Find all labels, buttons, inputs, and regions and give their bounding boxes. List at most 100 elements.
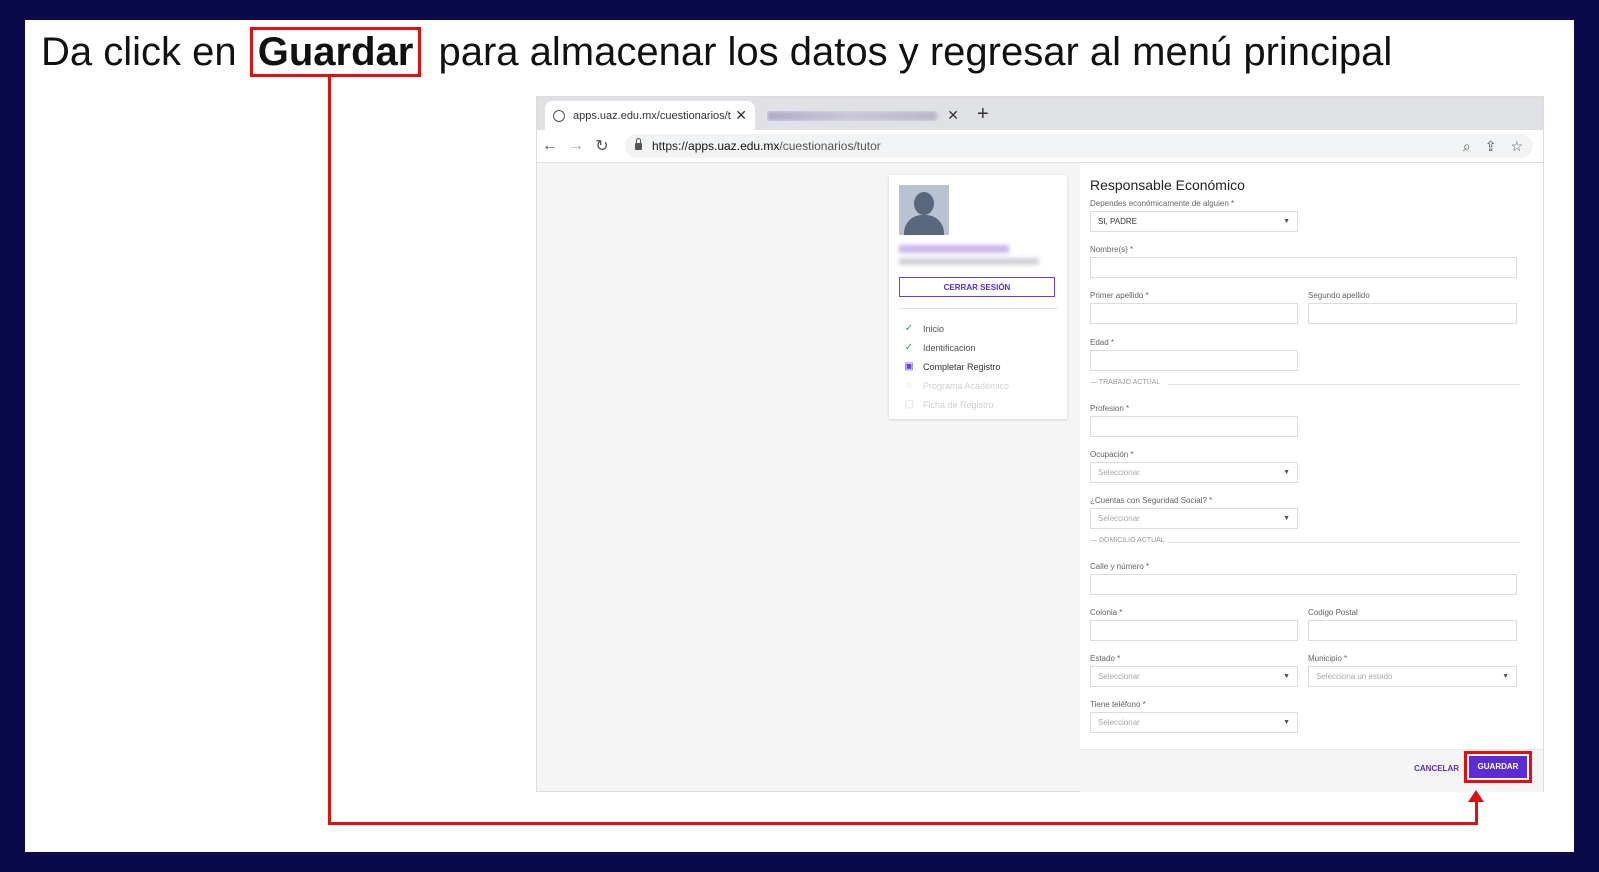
cp-label: Codigo Postal — [1308, 608, 1358, 617]
forward-icon[interactable]: → — [563, 137, 589, 155]
document-icon: ▢ — [904, 399, 914, 410]
address-bar[interactable]: https://apps.uaz.edu.mx/cuestionarios/tu… — [625, 134, 1533, 158]
tab-bar: apps.uaz.edu.mx/cuestionarios/tu ✕ ✕ + — [537, 97, 1543, 130]
new-tab-icon[interactable]: + — [977, 103, 989, 126]
seguridad-select[interactable]: Seleccionar ▼ — [1090, 508, 1298, 529]
check-icon: ✓ — [904, 342, 914, 353]
close-icon[interactable]: ✕ — [947, 107, 959, 124]
steps-list: ✓ Inicio ✓ Identificacion ▣ Completar Regis… — [903, 319, 1009, 414]
segundo-apellido-label: Segundo apellido — [1308, 291, 1370, 300]
arrow-up-icon — [1468, 790, 1484, 802]
chevron-down-icon: ▼ — [1283, 469, 1290, 476]
section-trabajo-label: TRABAJO ACTUAL — [1098, 379, 1161, 386]
back-icon[interactable]: ← — [537, 137, 563, 155]
estado-select[interactable]: Seleccionar ▼ — [1090, 666, 1298, 687]
colonia-label: Colonia * — [1090, 608, 1123, 617]
primer-apellido-input[interactable] — [1090, 303, 1298, 324]
telefono-placeholder: Seleccionar — [1098, 718, 1140, 727]
user-name-blurred — [899, 245, 1009, 253]
municipio-select[interactable]: Selecciona un estado ▼ — [1308, 666, 1517, 687]
instruction-suffix: para almacenar los datos y regresar al m… — [438, 30, 1393, 74]
nombre-input[interactable] — [1090, 257, 1517, 278]
step-label: Identificacion — [923, 342, 976, 353]
primer-apellido-label: Primer apellido * — [1090, 291, 1149, 300]
star-icon[interactable]: ☆ — [1510, 138, 1523, 155]
depende-select[interactable]: SI, PADRE ▼ — [1090, 211, 1298, 232]
depende-value: SI, PADRE — [1098, 217, 1137, 226]
address-bar-row: ← → ↻ https://apps.uaz.edu.mx/cuestionar… — [537, 130, 1543, 163]
chevron-down-icon: ▼ — [1502, 673, 1509, 680]
instruction-highlight: Guardar — [249, 27, 422, 77]
chevron-down-icon: ▼ — [1283, 673, 1290, 680]
municipio-placeholder: Selecciona un estado — [1316, 672, 1393, 681]
profile-card: CERRAR SESIÓN ✓ Inicio ✓ Identificacion ▣ C… — [889, 175, 1067, 419]
chevron-down-icon: ▼ — [1283, 218, 1290, 225]
step-completar-registro[interactable]: ▣ Completar Registro — [903, 357, 1009, 376]
share-icon[interactable]: ⇪ — [1485, 138, 1497, 155]
ocupacion-placeholder: Seleccionar — [1098, 468, 1140, 477]
tab-active[interactable]: apps.uaz.edu.mx/cuestionarios/tu ✕ — [545, 101, 755, 130]
instruction-text: Da click en Guardar para almacenar los d… — [41, 27, 1393, 77]
form-footer: CANCELAR GUARDAR — [1080, 749, 1543, 792]
step-identificacion[interactable]: ✓ Identificacion — [903, 338, 1009, 357]
reload-icon[interactable]: ↻ — [589, 136, 615, 156]
divider — [899, 308, 1057, 309]
calle-input[interactable] — [1090, 574, 1517, 595]
chevron-down-icon: ▼ — [1283, 719, 1290, 726]
close-icon[interactable]: ✕ — [735, 107, 747, 124]
lock-icon — [635, 137, 642, 150]
step-ficha-registro: ▢ Ficha de Registro — [903, 395, 1009, 414]
tab-title-blurred — [767, 110, 943, 121]
step-label: Programa Académico — [923, 380, 1010, 391]
colonia-input[interactable] — [1090, 620, 1298, 641]
edad-label: Edad * — [1090, 338, 1115, 347]
globe-icon — [553, 109, 565, 122]
telefono-label: Tiene teléfono * — [1090, 700, 1146, 709]
url-domain: apps.uaz.edu.mx — [688, 139, 780, 153]
tab-inactive[interactable]: ✕ — [759, 101, 967, 130]
clipboard-icon: ▣ — [904, 361, 914, 372]
chevron-down-icon: ▼ — [1283, 515, 1290, 522]
segundo-apellido-input[interactable] — [1308, 303, 1517, 324]
section-trabajo: — TRABAJO ACTUAL — [1090, 379, 1520, 389]
form-card: Responsable Económico Dependes económica… — [1080, 163, 1543, 792]
check-icon: ✓ — [904, 323, 914, 334]
seguridad-label: ¿Cuentas con Seguridad Social? * — [1090, 496, 1213, 505]
hand-icon: ○ — [905, 380, 913, 391]
step-label: Completar Registro — [923, 361, 1001, 372]
profesion-input[interactable] — [1090, 416, 1298, 437]
telefono-select[interactable]: Seleccionar ▼ — [1090, 712, 1298, 733]
edad-input[interactable] — [1090, 350, 1298, 371]
step-label: Inicio — [923, 323, 945, 334]
zoom-icon[interactable]: ⌕ — [1463, 138, 1471, 155]
estado-label: Estado * — [1090, 654, 1121, 663]
step-label: Ficha de Registro — [923, 399, 994, 410]
save-button[interactable]: GUARDAR — [1464, 751, 1532, 783]
ocupacion-select[interactable]: Seleccionar ▼ — [1090, 462, 1298, 483]
municipio-label: Municipio * — [1308, 654, 1348, 663]
section-domicilio-label: DOMICILIO ACTUAL — [1098, 537, 1165, 544]
depende-label: Dependes económicamente de alguien * — [1090, 199, 1235, 208]
tab-title: apps.uaz.edu.mx/cuestionarios/tu — [573, 109, 732, 122]
slide: Da click en Guardar para almacenar los d… — [25, 20, 1574, 852]
step-programa-academico: ○ Programa Académico — [903, 376, 1009, 395]
instruction-prefix: Da click en — [41, 30, 237, 74]
ocupacion-label: Ocupación * — [1090, 450, 1134, 459]
estado-placeholder: Seleccionar — [1098, 672, 1140, 681]
step-inicio[interactable]: ✓ Inicio — [903, 319, 1009, 338]
logout-button[interactable]: CERRAR SESIÓN — [899, 277, 1055, 297]
profesion-label: Profesion * — [1090, 404, 1130, 413]
page-content: CERRAR SESIÓN ✓ Inicio ✓ Identificacion ▣ C… — [537, 163, 1543, 792]
cp-input[interactable] — [1308, 620, 1517, 641]
callout-line — [1475, 800, 1478, 825]
cancel-button[interactable]: CANCELAR — [1414, 764, 1459, 773]
callout-line — [328, 77, 331, 825]
browser-window: apps.uaz.edu.mx/cuestionarios/tu ✕ ✕ + ←… — [536, 96, 1544, 792]
nombre-label: Nombre(s) * — [1090, 245, 1134, 254]
callout-line — [328, 822, 1478, 825]
form-title: Responsable Económico — [1090, 177, 1245, 193]
url-path: /cuestionarios/tutor — [779, 139, 881, 153]
seguridad-placeholder: Seleccionar — [1098, 514, 1140, 523]
avatar — [899, 185, 949, 235]
user-info-blurred — [899, 258, 1039, 265]
